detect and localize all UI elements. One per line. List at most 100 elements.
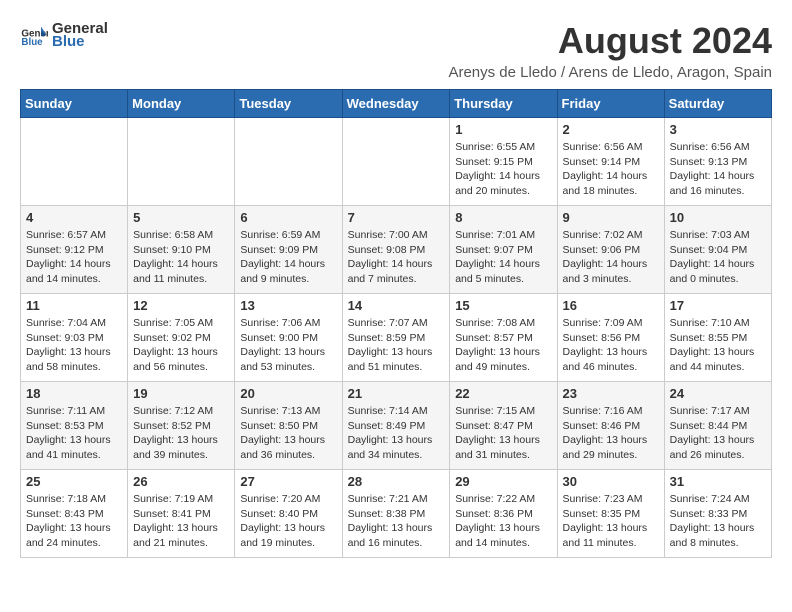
day-info: Sunrise: 6:58 AM Sunset: 9:10 PM Dayligh… — [133, 228, 229, 287]
day-number: 10 — [670, 210, 766, 225]
calendar-cell: 30 Sunrise: 7:23 AM Sunset: 8:35 PM Dayli… — [557, 470, 664, 558]
calendar-cell: 18Sunrise: 7:11 AM Sunset: 8:53 PM Dayli… — [21, 382, 128, 470]
day-number: 20 — [240, 386, 336, 401]
weekday-header-monday: Monday — [128, 90, 235, 118]
day-info: Sunrise: 6:56 AM Sunset: 9:13 PM Dayligh… — [670, 140, 766, 199]
calendar-cell: 3 Sunrise: 6:56 AM Sunset: 9:13 PM Daylig… — [664, 118, 771, 206]
day-number: 16 — [563, 298, 659, 313]
day-number: 9 — [563, 210, 659, 225]
day-number: 27 — [240, 474, 336, 489]
calendar-table: SundayMondayTuesdayWednesdayThursdayFrid… — [20, 89, 772, 558]
day-info: Sunrise: 6:59 AM Sunset: 9:09 PM Dayligh… — [240, 228, 336, 287]
day-number: 29 — [455, 474, 551, 489]
day-info: Sunrise: 7:03 AM Sunset: 9:04 PM Dayligh… — [670, 228, 766, 287]
day-info: Sunrise: 7:13 AM Sunset: 8:50 PM Dayligh… — [240, 404, 336, 463]
calendar-cell — [235, 118, 342, 206]
day-info: Sunrise: 7:00 AM Sunset: 9:08 PM Dayligh… — [348, 228, 445, 287]
logo-icon: General Blue — [20, 21, 48, 49]
day-info: Sunrise: 7:08 AM Sunset: 8:57 PM Dayligh… — [455, 316, 551, 375]
day-number: 18 — [26, 386, 122, 401]
day-info: Sunrise: 7:23 AM Sunset: 8:35 PM Dayligh… — [563, 492, 659, 551]
day-number: 19 — [133, 386, 229, 401]
page-subtitle: Arenys de Lledo / Arens de Lledo, Aragon… — [448, 64, 772, 81]
day-number: 25 — [26, 474, 122, 489]
day-info: Sunrise: 7:20 AM Sunset: 8:40 PM Dayligh… — [240, 492, 336, 551]
day-number: 13 — [240, 298, 336, 313]
day-info: Sunrise: 7:18 AM Sunset: 8:43 PM Dayligh… — [26, 492, 122, 551]
calendar-cell: 14 Sunrise: 7:07 AM Sunset: 8:59 PM Dayli… — [342, 294, 450, 382]
calendar-cell: 19 Sunrise: 7:12 AM Sunset: 8:52 PM Dayli… — [128, 382, 235, 470]
day-number: 1 — [455, 122, 551, 137]
day-number: 31 — [670, 474, 766, 489]
day-info: Sunrise: 7:24 AM Sunset: 8:33 PM Dayligh… — [670, 492, 766, 551]
title-area: August 2024 Arenys de Lledo / Arens de L… — [448, 20, 772, 81]
day-info: Sunrise: 6:56 AM Sunset: 9:14 PM Dayligh… — [563, 140, 659, 199]
day-number: 14 — [348, 298, 445, 313]
calendar-cell: 26Sunrise: 7:19 AM Sunset: 8:41 PM Dayli… — [128, 470, 235, 558]
calendar-cell: 31 Sunrise: 7:24 AM Sunset: 8:33 PM Dayli… — [664, 470, 771, 558]
calendar-cell: 22 Sunrise: 7:15 AM Sunset: 8:47 PM Dayli… — [450, 382, 557, 470]
day-info: Sunrise: 7:21 AM Sunset: 8:38 PM Dayligh… — [348, 492, 445, 551]
day-number: 15 — [455, 298, 551, 313]
weekday-header-friday: Friday — [557, 90, 664, 118]
day-number: 12 — [133, 298, 229, 313]
calendar-cell — [21, 118, 128, 206]
day-number: 24 — [670, 386, 766, 401]
week-row-1: 1 Sunrise: 6:55 AM Sunset: 9:15 PM Daylig… — [21, 118, 772, 206]
calendar-cell: 16 Sunrise: 7:09 AM Sunset: 8:56 PM Dayli… — [557, 294, 664, 382]
day-info: Sunrise: 7:04 AM Sunset: 9:03 PM Dayligh… — [26, 316, 122, 375]
day-number: 30 — [563, 474, 659, 489]
calendar-cell: 4Sunrise: 6:57 AM Sunset: 9:12 PM Daylig… — [21, 206, 128, 294]
calendar-cell: 13 Sunrise: 7:06 AM Sunset: 9:00 PM Dayli… — [235, 294, 342, 382]
calendar-cell: 9Sunrise: 7:02 AM Sunset: 9:06 PM Daylig… — [557, 206, 664, 294]
day-info: Sunrise: 6:55 AM Sunset: 9:15 PM Dayligh… — [455, 140, 551, 199]
day-info: Sunrise: 7:19 AM Sunset: 8:41 PM Dayligh… — [133, 492, 229, 551]
calendar-cell — [342, 118, 450, 206]
day-number: 3 — [670, 122, 766, 137]
calendar-cell: 15 Sunrise: 7:08 AM Sunset: 8:57 PM Dayli… — [450, 294, 557, 382]
day-info: Sunrise: 7:09 AM Sunset: 8:56 PM Dayligh… — [563, 316, 659, 375]
calendar-cell: 17Sunrise: 7:10 AM Sunset: 8:55 PM Dayli… — [664, 294, 771, 382]
calendar-cell: 7 Sunrise: 7:00 AM Sunset: 9:08 PM Daylig… — [342, 206, 450, 294]
day-number: 4 — [26, 210, 122, 225]
day-number: 2 — [563, 122, 659, 137]
calendar-cell: 20 Sunrise: 7:13 AM Sunset: 8:50 PM Dayli… — [235, 382, 342, 470]
calendar-cell: 6Sunrise: 6:59 AM Sunset: 9:09 PM Daylig… — [235, 206, 342, 294]
calendar-cell: 2 Sunrise: 6:56 AM Sunset: 9:14 PM Daylig… — [557, 118, 664, 206]
logo: General Blue General Blue — [20, 20, 108, 50]
day-info: Sunrise: 7:01 AM Sunset: 9:07 PM Dayligh… — [455, 228, 551, 287]
day-number: 5 — [133, 210, 229, 225]
week-row-5: 25 Sunrise: 7:18 AM Sunset: 8:43 PM Dayli… — [21, 470, 772, 558]
day-number: 22 — [455, 386, 551, 401]
day-info: Sunrise: 7:16 AM Sunset: 8:46 PM Dayligh… — [563, 404, 659, 463]
day-info: Sunrise: 7:15 AM Sunset: 8:47 PM Dayligh… — [455, 404, 551, 463]
week-row-4: 18Sunrise: 7:11 AM Sunset: 8:53 PM Dayli… — [21, 382, 772, 470]
day-info: Sunrise: 7:06 AM Sunset: 9:00 PM Dayligh… — [240, 316, 336, 375]
day-info: Sunrise: 7:10 AM Sunset: 8:55 PM Dayligh… — [670, 316, 766, 375]
day-info: Sunrise: 7:12 AM Sunset: 8:52 PM Dayligh… — [133, 404, 229, 463]
calendar-cell: 12Sunrise: 7:05 AM Sunset: 9:02 PM Dayli… — [128, 294, 235, 382]
day-number: 21 — [348, 386, 445, 401]
day-info: Sunrise: 7:07 AM Sunset: 8:59 PM Dayligh… — [348, 316, 445, 375]
day-number: 28 — [348, 474, 445, 489]
calendar-cell: 5 Sunrise: 6:58 AM Sunset: 9:10 PM Daylig… — [128, 206, 235, 294]
svg-text:Blue: Blue — [21, 37, 43, 48]
calendar-cell: 29 Sunrise: 7:22 AM Sunset: 8:36 PM Dayli… — [450, 470, 557, 558]
calendar-cell: 23Sunrise: 7:16 AM Sunset: 8:46 PM Dayli… — [557, 382, 664, 470]
calendar-cell: 27 Sunrise: 7:20 AM Sunset: 8:40 PM Dayli… — [235, 470, 342, 558]
calendar-cell — [128, 118, 235, 206]
weekday-header-wednesday: Wednesday — [342, 90, 450, 118]
calendar-cell: 8Sunrise: 7:01 AM Sunset: 9:07 PM Daylig… — [450, 206, 557, 294]
calendar-cell: 25 Sunrise: 7:18 AM Sunset: 8:43 PM Dayli… — [21, 470, 128, 558]
day-info: Sunrise: 7:14 AM Sunset: 8:49 PM Dayligh… — [348, 404, 445, 463]
calendar-cell: 11Sunrise: 7:04 AM Sunset: 9:03 PM Dayli… — [21, 294, 128, 382]
weekday-header-sunday: Sunday — [21, 90, 128, 118]
weekday-header-saturday: Saturday — [664, 90, 771, 118]
calendar-cell: 10 Sunrise: 7:03 AM Sunset: 9:04 PM Dayli… — [664, 206, 771, 294]
day-number: 7 — [348, 210, 445, 225]
week-row-2: 4Sunrise: 6:57 AM Sunset: 9:12 PM Daylig… — [21, 206, 772, 294]
calendar-cell: 21 Sunrise: 7:14 AM Sunset: 8:49 PM Dayli… — [342, 382, 450, 470]
day-info: Sunrise: 7:22 AM Sunset: 8:36 PM Dayligh… — [455, 492, 551, 551]
weekday-header-tuesday: Tuesday — [235, 90, 342, 118]
weekday-header-thursday: Thursday — [450, 90, 557, 118]
